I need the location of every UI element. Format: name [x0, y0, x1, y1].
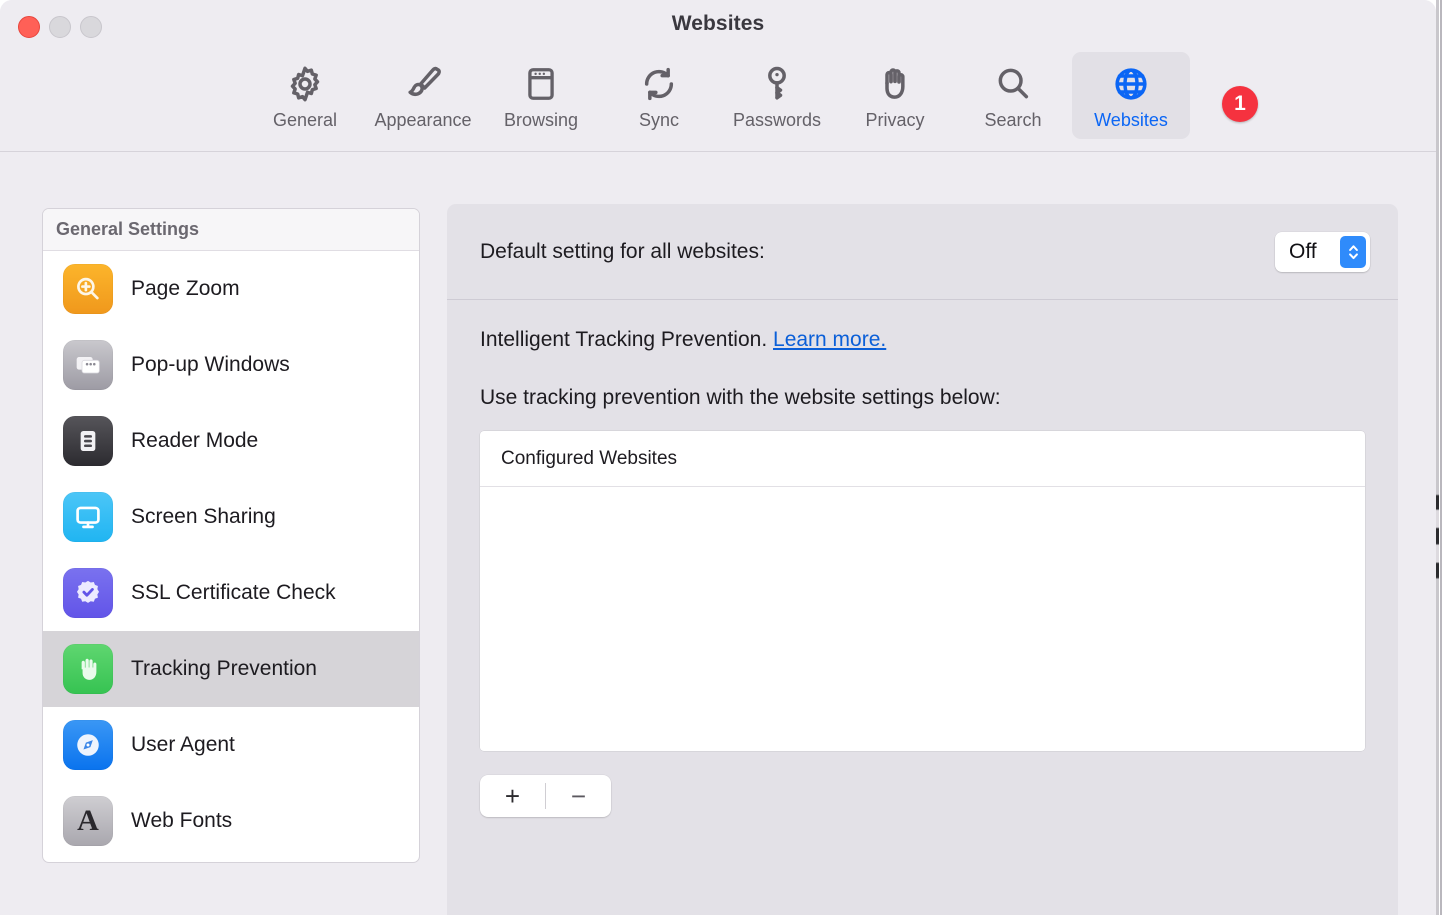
- sidebar-item-label: SSL Certificate Check: [131, 581, 336, 604]
- preferences-window: Websites General Appearance Browsing Syn…: [0, 0, 1436, 915]
- sidebar-header: General Settings: [43, 209, 419, 251]
- window-titlebar: Websites General Appearance Browsing Syn…: [0, 0, 1436, 152]
- badge-check-icon: [63, 568, 113, 618]
- annotation-badge-1: 1: [1222, 86, 1258, 122]
- sidebar-item-label: Pop-up Windows: [131, 353, 290, 376]
- description-text: Intelligent Tracking Prevention.: [480, 328, 768, 351]
- toolbar-item-label: Privacy: [865, 110, 925, 130]
- search-icon: [993, 61, 1033, 107]
- toolbar-item-label: General: [272, 110, 338, 130]
- gear-icon: [285, 61, 325, 107]
- toolbar-item-browsing[interactable]: Browsing: [482, 52, 600, 139]
- default-setting-dropdown[interactable]: Off: [1275, 231, 1370, 272]
- default-setting-row: Default setting for all websites: Off: [447, 204, 1398, 300]
- toolbar-item-passwords[interactable]: Passwords: [718, 52, 836, 139]
- sidebar-item-label: User Agent: [131, 733, 235, 756]
- toolbar-item-search[interactable]: Search: [954, 52, 1072, 139]
- sidebar-item-label: Page Zoom: [131, 277, 240, 300]
- sidebar-item-popup-windows[interactable]: Pop-up Windows: [43, 327, 419, 403]
- table-body-empty[interactable]: [480, 487, 1365, 750]
- toolbar-item-label: Websites: [1094, 110, 1168, 130]
- add-remove-segmented-control: + −: [480, 775, 611, 817]
- add-website-button[interactable]: +: [480, 775, 545, 817]
- sidebar-item-user-agent[interactable]: User Agent: [43, 707, 419, 783]
- remove-website-button[interactable]: −: [546, 775, 611, 817]
- toolbar-item-label: Search: [984, 110, 1042, 130]
- sidebar-item-tracking-prevention[interactable]: Tracking Prevention 2: [43, 631, 419, 707]
- hand-icon: [63, 644, 113, 694]
- sidebar-item-label: Web Fonts: [131, 809, 233, 832]
- sync-icon: [639, 61, 679, 107]
- hand-icon: [875, 61, 915, 107]
- sidebar-item-label: Screen Sharing: [131, 505, 276, 528]
- paintbrush-icon: [403, 61, 443, 107]
- sidebar-item-page-zoom[interactable]: Page Zoom: [43, 251, 419, 327]
- configured-websites-table: Configured Websites: [480, 431, 1365, 751]
- chevron-updown-icon: [1340, 235, 1366, 268]
- sidebar-item-label: Reader Mode: [131, 429, 259, 452]
- toolbar-item-general[interactable]: General: [246, 52, 364, 139]
- background-window-edge-line: [1436, 0, 1439, 915]
- magnifier-plus-icon: [63, 264, 113, 314]
- toolbar-item-label: Passwords: [732, 110, 822, 130]
- settings-detail-pane: Default setting for all websites: Off In…: [447, 204, 1398, 915]
- learn-more-link[interactable]: Learn more.: [773, 328, 886, 351]
- sidebar-item-web-fonts[interactable]: A Web Fonts: [43, 783, 419, 859]
- default-setting-label: Default setting for all websites:: [480, 239, 765, 263]
- toolbar-item-label: Sync: [638, 110, 680, 130]
- toolbar-item-label: Appearance: [374, 110, 472, 130]
- description-paragraph: Intelligent Tracking Prevention. Learn m…: [480, 328, 1365, 352]
- toolbar-item-appearance[interactable]: Appearance: [364, 52, 482, 139]
- background-window-edge-line-secondary: [1440, 0, 1442, 915]
- toolbar-item-label: Browsing: [503, 110, 579, 130]
- toolbar-item-privacy[interactable]: Privacy: [836, 52, 954, 139]
- preferences-toolbar: General Appearance Browsing Sync Passwor…: [0, 52, 1436, 139]
- sidebar-item-reader-mode[interactable]: Reader Mode: [43, 403, 419, 479]
- windows-stack-icon: [63, 340, 113, 390]
- background-window-edge: [1436, 0, 1444, 915]
- settings-sidebar: General Settings Page Zoom Pop-up Window…: [42, 208, 420, 863]
- sidebar-item-label: Tracking Prevention: [131, 657, 317, 680]
- toolbar-item-sync[interactable]: Sync: [600, 52, 718, 139]
- letter-a-icon: A: [63, 796, 113, 846]
- default-setting-value: Off: [1289, 239, 1317, 263]
- key-icon: [757, 61, 797, 107]
- table-column-header: Configured Websites: [480, 431, 1365, 487]
- preferences-content: General Settings Page Zoom Pop-up Window…: [0, 152, 1436, 915]
- toolbar-item-websites[interactable]: Websites: [1072, 52, 1190, 139]
- window-icon: [522, 61, 560, 107]
- detail-body: Intelligent Tracking Prevention. Learn m…: [447, 300, 1398, 817]
- globe-icon: [1111, 61, 1151, 107]
- compass-icon: [63, 720, 113, 770]
- sidebar-item-ssl-certificate-check[interactable]: SSL Certificate Check: [43, 555, 419, 631]
- document-icon: [63, 416, 113, 466]
- display-icon: [63, 492, 113, 542]
- window-title: Websites: [671, 12, 765, 35]
- instruction-text: Use tracking prevention with the website…: [480, 386, 1001, 409]
- sidebar-item-screen-sharing[interactable]: Screen Sharing: [43, 479, 419, 555]
